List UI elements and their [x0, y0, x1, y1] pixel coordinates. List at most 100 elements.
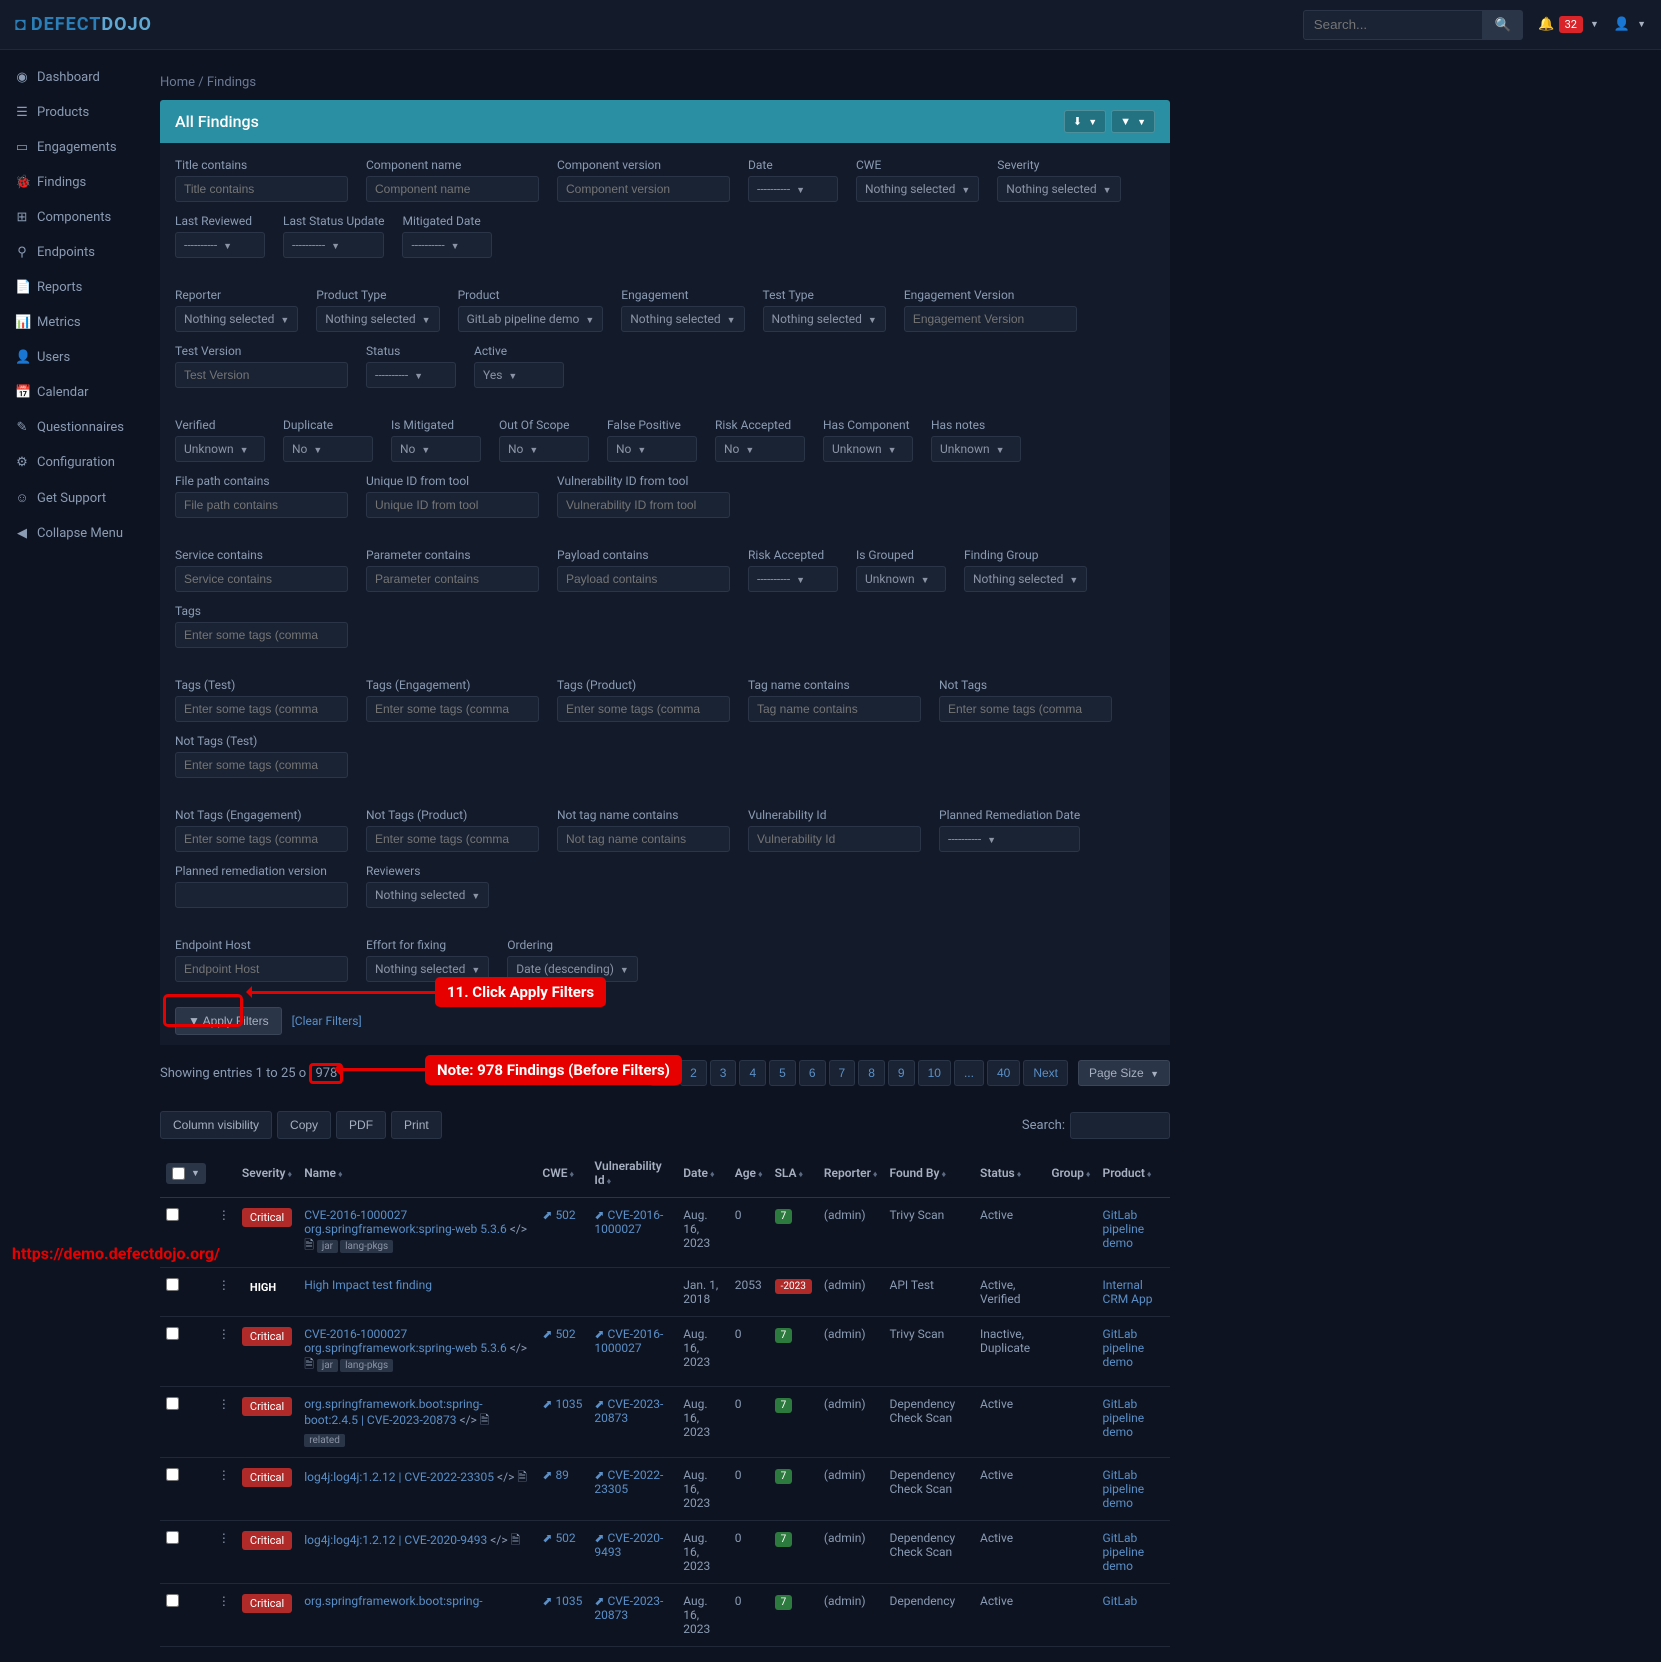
- external-link-icon[interactable]: ⬈: [594, 1468, 604, 1482]
- filter-select-finding-group[interactable]: Nothing selected ▼: [964, 566, 1087, 592]
- filter-select-product[interactable]: GitLab pipeline demo ▼: [458, 306, 604, 332]
- page-...[interactable]: ...: [954, 1060, 984, 1086]
- filter-select-test-type[interactable]: Nothing selected ▼: [763, 306, 886, 332]
- column-header-Name[interactable]: Name♦: [298, 1149, 536, 1198]
- filter-select-false-positive[interactable]: No ▼: [607, 436, 697, 462]
- product-link[interactable]: GitLab pipeline demo: [1103, 1397, 1145, 1439]
- column-header-Age[interactable]: Age♦: [729, 1149, 769, 1198]
- filter-select-risk-accepted[interactable]: ---------- ▼: [748, 566, 838, 592]
- row-checkbox[interactable]: [166, 1468, 179, 1481]
- external-link-icon[interactable]: ⬈: [594, 1531, 604, 1545]
- filter-select-is-mitigated[interactable]: No ▼: [391, 436, 481, 462]
- filter-select-has-notes[interactable]: Unknown ▼: [931, 436, 1021, 462]
- filter-input-not-tags-(product)[interactable]: [366, 826, 539, 852]
- sidebar-item-metrics[interactable]: 📊Metrics: [0, 305, 140, 340]
- product-link[interactable]: GitLab: [1103, 1594, 1138, 1608]
- finding-name-link[interactable]: High Impact test finding: [304, 1278, 432, 1292]
- sidebar-item-configuration[interactable]: ⚙Configuration: [0, 445, 140, 480]
- sidebar-item-dashboard[interactable]: ◉Dashboard: [0, 60, 140, 95]
- external-link-icon[interactable]: ⬈: [542, 1327, 552, 1341]
- copy-button[interactable]: Copy: [277, 1111, 331, 1139]
- filter-input-service-contains[interactable]: [175, 566, 348, 592]
- user-menu[interactable]: 👤 ▼: [1614, 17, 1646, 32]
- print-button[interactable]: Print: [391, 1111, 442, 1139]
- column-header-Vulnerability Id[interactable]: Vulnerability Id♦: [588, 1149, 677, 1198]
- row-menu-icon[interactable]: ⋮: [218, 1468, 230, 1482]
- filter-select-duplicate[interactable]: No ▼: [283, 436, 373, 462]
- column-header-Found By[interactable]: Found By♦: [884, 1149, 975, 1198]
- external-link-icon[interactable]: ⬈: [594, 1594, 604, 1608]
- column-header-Severity[interactable]: Severity♦: [236, 1149, 298, 1198]
- vuln-link[interactable]: CVE-2016-1000027: [594, 1208, 663, 1236]
- external-link-icon[interactable]: ⬈: [542, 1594, 552, 1608]
- filter-input-endpoint-host[interactable]: [175, 956, 348, 982]
- row-menu-icon[interactable]: ⋮: [218, 1208, 230, 1222]
- filter-input-tags-(product)[interactable]: [557, 696, 730, 722]
- sidebar-item-findings[interactable]: 🐞Findings: [0, 165, 140, 200]
- sidebar-item-get-support[interactable]: ☺Get Support: [0, 480, 140, 516]
- column-header-SLA[interactable]: SLA♦: [769, 1149, 818, 1198]
- filter-input-not-tags-(test)[interactable]: [175, 752, 348, 778]
- page-Next[interactable]: Next: [1023, 1060, 1068, 1086]
- filter-select-has-component[interactable]: Unknown ▼: [823, 436, 913, 462]
- page-6[interactable]: 6: [799, 1060, 826, 1086]
- row-checkbox[interactable]: [166, 1594, 179, 1607]
- apply-filters-button[interactable]: ▼ Apply Filters: [175, 1007, 282, 1035]
- filter-select-reviewers[interactable]: Nothing selected ▼: [366, 882, 489, 908]
- finding-name-link[interactable]: log4j:log4j:1.2.12 | CVE-2022-23305: [304, 1470, 494, 1484]
- filter-input-payload-contains[interactable]: [557, 566, 730, 592]
- filter-input-component-name[interactable]: [366, 176, 539, 202]
- page-size-dropdown[interactable]: Page Size ▼: [1078, 1060, 1170, 1086]
- page-8[interactable]: 8: [858, 1060, 885, 1086]
- column-header-Reporter[interactable]: Reporter♦: [818, 1149, 884, 1198]
- row-menu-icon[interactable]: ⋮: [218, 1397, 230, 1411]
- filter-input-test-version[interactable]: [175, 362, 348, 388]
- table-search-input[interactable]: [1070, 1112, 1170, 1139]
- product-link[interactable]: GitLab pipeline demo: [1103, 1531, 1145, 1573]
- clear-filters-link[interactable]: [Clear Filters]: [292, 1014, 362, 1028]
- search-button[interactable]: 🔍: [1483, 10, 1524, 40]
- download-button[interactable]: ⬇ ▼: [1064, 110, 1106, 133]
- filter-select-product-type[interactable]: Nothing selected ▼: [316, 306, 439, 332]
- filter-select-last-status-update[interactable]: ---------- ▼: [283, 232, 384, 258]
- filter-select-verified[interactable]: Unknown ▼: [175, 436, 265, 462]
- filter-select-cwe[interactable]: Nothing selected ▼: [856, 176, 979, 202]
- vuln-link[interactable]: CVE-2023-20873: [594, 1594, 663, 1622]
- filter-select-date[interactable]: ---------- ▼: [748, 176, 838, 202]
- filter-input-tags-(test)[interactable]: [175, 696, 348, 722]
- notifications-button[interactable]: 🔔 32 ▼: [1538, 16, 1598, 33]
- page-2[interactable]: 2: [680, 1060, 707, 1086]
- filter-input-tag-name-contains[interactable]: [748, 696, 921, 722]
- select-all-checkbox[interactable]: [172, 1167, 185, 1180]
- vuln-link[interactable]: CVE-2023-20873: [594, 1397, 663, 1425]
- page-4[interactable]: 4: [739, 1060, 766, 1086]
- external-link-icon[interactable]: ⬈: [542, 1397, 552, 1411]
- sidebar-item-reports[interactable]: 📄Reports: [0, 270, 140, 305]
- row-menu-icon[interactable]: ⋮: [218, 1278, 230, 1292]
- filter-input-file-path-contains[interactable]: [175, 492, 348, 518]
- finding-name-link[interactable]: CVE-2016-1000027 org.springframework:spr…: [304, 1208, 507, 1236]
- vuln-link[interactable]: CVE-2020-9493: [594, 1531, 663, 1559]
- column-header-Group[interactable]: Group♦: [1045, 1149, 1096, 1198]
- filter-select-active[interactable]: Yes ▼: [474, 362, 564, 388]
- filter-input-title-contains[interactable]: [175, 176, 348, 202]
- global-search-input[interactable]: [1303, 10, 1483, 40]
- external-link-icon[interactable]: ⬈: [542, 1208, 552, 1222]
- sidebar-item-users[interactable]: 👤Users: [0, 340, 140, 375]
- filter-select-reporter[interactable]: Nothing selected ▼: [175, 306, 298, 332]
- breadcrumb-findings[interactable]: Findings: [207, 75, 256, 90]
- filter-input-engagement-version[interactable]: [904, 306, 1077, 332]
- row-checkbox[interactable]: [166, 1327, 179, 1340]
- filter-input-not-tags-(engagement)[interactable]: [175, 826, 348, 852]
- sidebar-item-components[interactable]: ⊞Components: [0, 200, 140, 235]
- pdf-button[interactable]: PDF: [336, 1111, 386, 1139]
- row-checkbox[interactable]: [166, 1397, 179, 1410]
- filter-input-vulnerability-id[interactable]: [748, 826, 921, 852]
- filter-input-not-tags[interactable]: [939, 696, 1112, 722]
- product-link[interactable]: Internal CRM App: [1103, 1278, 1153, 1306]
- filter-select-last-reviewed[interactable]: ---------- ▼: [175, 232, 265, 258]
- external-link-icon[interactable]: ⬈: [594, 1327, 604, 1341]
- row-menu-icon[interactable]: ⋮: [218, 1327, 230, 1341]
- external-link-icon[interactable]: ⬈: [542, 1531, 552, 1545]
- column-header-col1[interactable]: [212, 1149, 236, 1198]
